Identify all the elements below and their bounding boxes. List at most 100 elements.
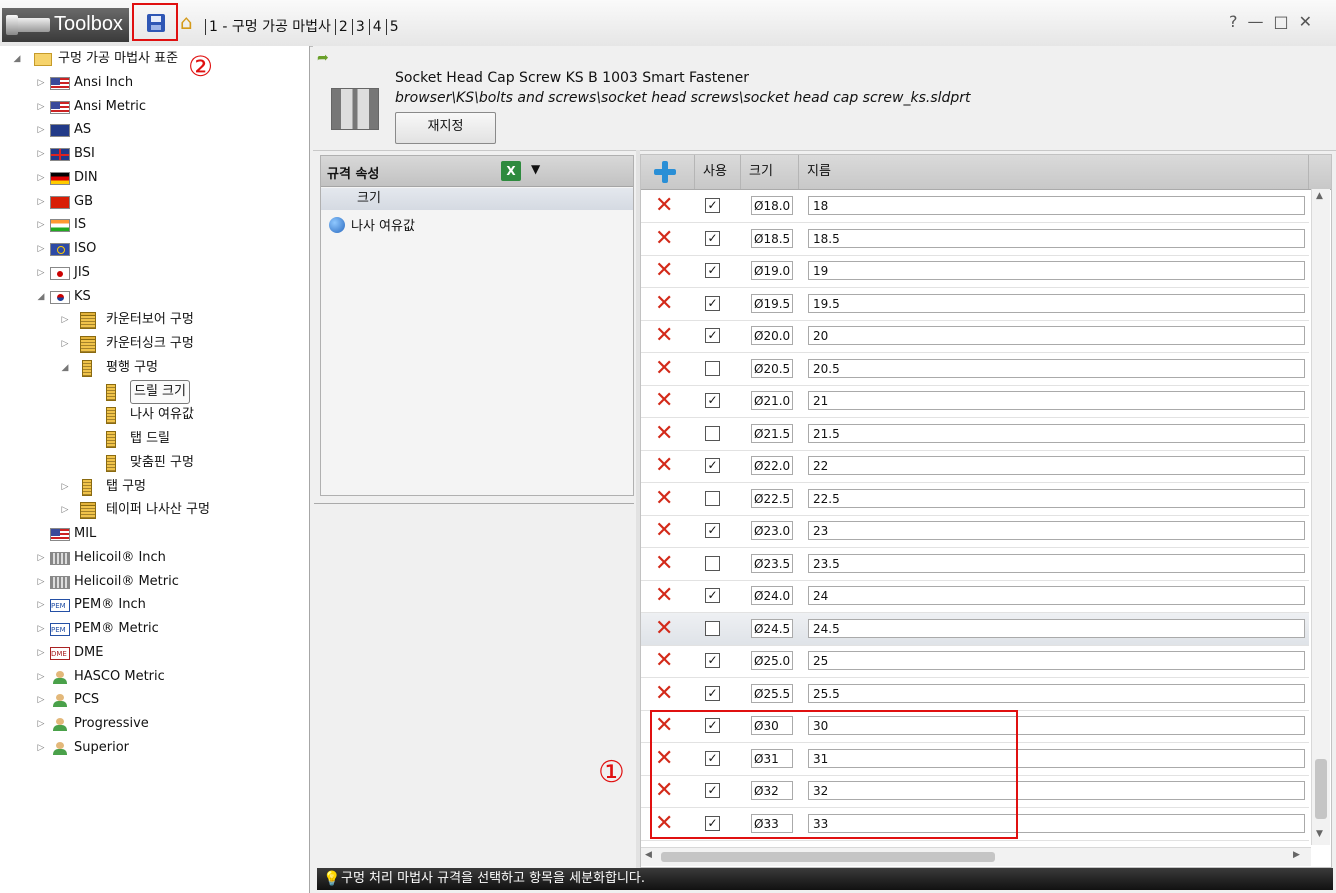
- delete-row-icon[interactable]: ✕: [655, 227, 677, 249]
- use-column-header[interactable]: 사용: [695, 155, 741, 189]
- size-cell[interactable]: Ø23.0: [751, 521, 793, 540]
- delete-row-icon[interactable]: ✕: [655, 422, 677, 444]
- collapsed-arrow-icon[interactable]: ▷: [36, 72, 46, 94]
- delete-row-icon[interactable]: ✕: [655, 260, 677, 282]
- size-cell[interactable]: Ø21.5: [751, 423, 793, 443]
- diameter-cell[interactable]: 23: [808, 521, 1305, 540]
- delete-row-icon[interactable]: ✕: [655, 520, 677, 542]
- delete-row-icon[interactable]: ✕: [655, 357, 677, 379]
- use-checkbox[interactable]: ✓: [705, 685, 720, 701]
- delete-row-icon[interactable]: ✕: [655, 552, 677, 574]
- property-thread-item[interactable]: 나사 여유값: [329, 216, 415, 238]
- collapsed-arrow-icon[interactable]: ▷: [36, 191, 46, 213]
- scroll-right-icon[interactable]: ▶: [1293, 850, 1300, 860]
- delete-row-icon[interactable]: ✕: [655, 682, 677, 704]
- size-cell[interactable]: Ø24.0: [751, 586, 793, 605]
- delete-row-icon[interactable]: ✕: [655, 292, 677, 314]
- size-cell[interactable]: Ø18.0: [751, 196, 793, 215]
- use-checkbox[interactable]: [705, 360, 720, 376]
- use-checkbox[interactable]: ✓: [705, 198, 720, 213]
- collapsed-arrow-icon[interactable]: ▷: [36, 143, 46, 165]
- scroll-thumb[interactable]: [1315, 759, 1327, 819]
- step-2-link[interactable]: 2: [334, 19, 352, 35]
- delete-row-icon[interactable]: ✕: [655, 390, 677, 412]
- chevron-down-icon[interactable]: ▼: [531, 162, 540, 176]
- collapsed-arrow-icon[interactable]: ▷: [36, 571, 46, 593]
- use-checkbox[interactable]: ✓: [705, 230, 720, 246]
- back-arrow-icon[interactable]: ➦: [317, 50, 333, 66]
- use-checkbox[interactable]: [705, 490, 720, 506]
- collapsed-arrow-icon[interactable]: ▷: [36, 214, 46, 236]
- expanded-arrow-icon[interactable]: ◢: [60, 357, 70, 379]
- help-button[interactable]: ?: [1229, 12, 1248, 31]
- diameter-cell[interactable]: 21.5: [808, 423, 1305, 443]
- add-row-icon[interactable]: [654, 161, 676, 183]
- expanded-arrow-icon[interactable]: ◢: [36, 286, 46, 308]
- delete-row-icon[interactable]: ✕: [655, 585, 677, 607]
- home-icon[interactable]: ⌂: [180, 12, 202, 34]
- use-checkbox[interactable]: ✓: [705, 393, 720, 408]
- collapsed-arrow-icon[interactable]: ▷: [36, 618, 46, 640]
- step-5-link[interactable]: 5: [385, 19, 403, 35]
- size-cell[interactable]: Ø20.5: [751, 358, 793, 378]
- collapsed-arrow-icon[interactable]: ▷: [36, 689, 46, 711]
- collapsed-arrow-icon[interactable]: ▷: [36, 737, 46, 759]
- delete-row-icon[interactable]: ✕: [655, 650, 677, 672]
- delete-row-icon[interactable]: ✕: [655, 617, 677, 639]
- diameter-column-header[interactable]: 지름: [799, 155, 1309, 189]
- diameter-cell[interactable]: 21: [808, 391, 1305, 410]
- delete-row-icon[interactable]: ✕: [655, 487, 677, 509]
- size-cell[interactable]: Ø20.0: [751, 326, 793, 345]
- use-checkbox[interactable]: [705, 555, 720, 571]
- excel-export-icon[interactable]: X: [501, 161, 521, 181]
- delete-row-icon[interactable]: ✕: [655, 195, 677, 217]
- collapsed-arrow-icon[interactable]: ▷: [36, 666, 46, 688]
- delete-row-icon[interactable]: ✕: [655, 325, 677, 347]
- diameter-cell[interactable]: 24.5: [808, 618, 1305, 638]
- diameter-cell[interactable]: 20.5: [808, 358, 1305, 378]
- size-cell[interactable]: Ø24.5: [751, 618, 793, 638]
- diameter-cell[interactable]: 19: [808, 261, 1305, 280]
- diameter-cell[interactable]: 18.5: [808, 228, 1305, 248]
- reset-button[interactable]: 재지정: [395, 112, 496, 144]
- delete-row-icon[interactable]: ✕: [655, 455, 677, 477]
- collapsed-arrow-icon[interactable]: ▷: [60, 499, 70, 521]
- scroll-up-icon[interactable]: ▲: [1316, 191, 1323, 201]
- property-size-item[interactable]: 크기: [321, 188, 633, 210]
- step-3-link[interactable]: 3: [351, 19, 369, 35]
- expanded-arrow-icon[interactable]: ◢: [12, 48, 22, 70]
- collapsed-arrow-icon[interactable]: ▷: [36, 119, 46, 141]
- collapsed-arrow-icon[interactable]: ▷: [36, 262, 46, 284]
- collapsed-arrow-icon[interactable]: ▷: [60, 333, 70, 355]
- diameter-cell[interactable]: 20: [808, 326, 1305, 345]
- use-checkbox[interactable]: ✓: [705, 588, 720, 603]
- collapsed-arrow-icon[interactable]: ▷: [36, 238, 46, 260]
- size-cell[interactable]: Ø23.5: [751, 553, 793, 573]
- use-checkbox[interactable]: ✓: [705, 263, 720, 278]
- collapsed-arrow-icon[interactable]: ▷: [36, 642, 46, 664]
- step-1-link[interactable]: 1 - 구멍 가공 마법사: [205, 19, 335, 35]
- size-cell[interactable]: Ø19.5: [751, 293, 793, 313]
- collapsed-arrow-icon[interactable]: ▷: [36, 594, 46, 616]
- horizontal-scrollbar[interactable]: ◀ ▶: [641, 847, 1311, 866]
- size-cell[interactable]: Ø25.5: [751, 683, 793, 703]
- size-cell[interactable]: Ø19.0: [751, 261, 793, 280]
- diameter-cell[interactable]: 23.5: [808, 553, 1305, 573]
- collapsed-arrow-icon[interactable]: ▷: [36, 96, 46, 118]
- diameter-cell[interactable]: 25: [808, 651, 1305, 670]
- collapsed-arrow-icon[interactable]: ▷: [60, 476, 70, 498]
- diameter-cell[interactable]: 25.5: [808, 683, 1305, 703]
- size-cell[interactable]: Ø22.5: [751, 488, 793, 508]
- size-column-header[interactable]: 크기: [741, 155, 799, 189]
- use-checkbox[interactable]: ✓: [705, 328, 720, 343]
- minimize-button[interactable]: —: [1247, 12, 1273, 31]
- diameter-cell[interactable]: 22.5: [808, 488, 1305, 508]
- size-cell[interactable]: Ø22.0: [751, 456, 793, 475]
- diameter-cell[interactable]: 24: [808, 586, 1305, 605]
- use-checkbox[interactable]: [705, 620, 720, 636]
- size-cell[interactable]: Ø25.0: [751, 651, 793, 670]
- vertical-scrollbar[interactable]: ▲ ▼: [1311, 189, 1330, 845]
- collapsed-arrow-icon[interactable]: ▷: [36, 167, 46, 189]
- close-button[interactable]: ✕: [1299, 12, 1322, 31]
- use-checkbox[interactable]: ✓: [705, 295, 720, 311]
